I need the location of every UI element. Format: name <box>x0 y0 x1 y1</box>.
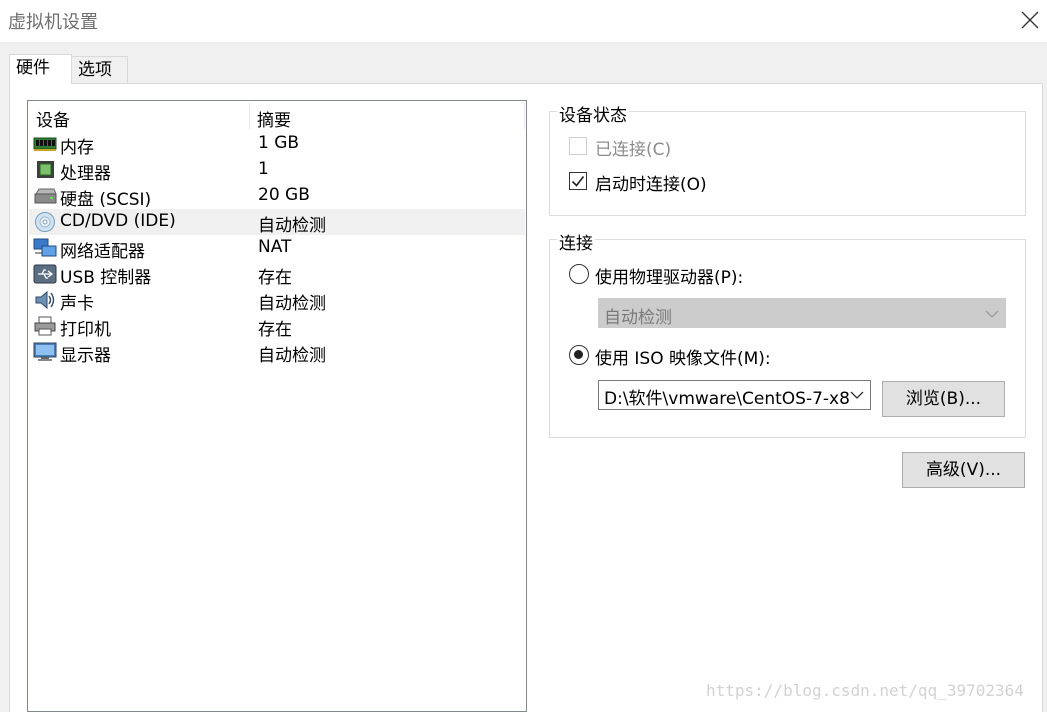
device-summary: 自动检测 <box>258 294 326 314</box>
device-name: 声卡 <box>60 294 94 314</box>
processor-icon <box>37 161 54 178</box>
watermark: https://blog.csdn.net/qq_39702364 <box>706 681 1024 700</box>
device-summary: 1 GB <box>258 133 300 153</box>
column-summary[interactable]: 摘要 <box>257 106 291 131</box>
window-title: 虚拟机设置 <box>8 12 98 33</box>
iso-path-combobox[interactable]: D:\软件\vmware\CentOS-7-x8 <box>598 380 871 410</box>
device-summary: 存在 <box>258 268 292 288</box>
tab-hardware[interactable]: 硬件 <box>9 54 72 84</box>
network-adapter-icon <box>33 238 57 257</box>
device-name: 处理器 <box>60 164 111 184</box>
tab-hardware-label: 硬件 <box>16 58 50 78</box>
iso-path-value: D:\软件\vmware\CentOS-7-x8 <box>604 389 850 409</box>
checkmark-icon <box>571 176 585 187</box>
tab-options[interactable]: 选项 <box>71 56 128 84</box>
connect-at-power-on-label: 启动时连接(O) <box>595 175 707 195</box>
display-icon <box>33 342 57 361</box>
tab-options-label: 选项 <box>78 60 112 80</box>
device-summary: 自动检测 <box>258 216 326 236</box>
chevron-down-icon <box>985 310 999 318</box>
column-device[interactable]: 设备 <box>36 106 70 131</box>
connected-checkbox[interactable] <box>569 137 587 155</box>
physical-drive-radio[interactable] <box>569 264 589 284</box>
device-name: 打印机 <box>60 320 111 340</box>
close-icon[interactable] <box>1019 9 1041 31</box>
device-row-usb[interactable]: USB 控制器 存在 <box>29 261 525 288</box>
device-summary: 自动检测 <box>258 346 326 366</box>
device-name: CD/DVD (IDE) <box>60 211 176 231</box>
printer-icon <box>34 316 56 336</box>
radio-selected-dot <box>574 350 583 359</box>
connected-label: 已连接(C) <box>595 140 672 160</box>
advanced-button-label: 高级(V)... <box>925 460 1002 480</box>
connection-label: 连接 <box>557 229 595 254</box>
device-name: 内存 <box>60 138 94 158</box>
device-summary: 20 GB <box>258 185 310 205</box>
iso-image-label: 使用 ISO 映像文件(M): <box>595 349 771 369</box>
device-status-group <box>549 111 1026 216</box>
iso-image-radio[interactable] <box>569 345 589 365</box>
title-bar: 虚拟机设置 <box>0 0 1047 42</box>
device-summary: 1 <box>258 159 269 179</box>
device-summary: 存在 <box>258 320 292 340</box>
physical-drive-select[interactable]: 自动检测 <box>598 298 1006 328</box>
hard-disk-icon <box>34 188 57 204</box>
chevron-down-icon[interactable] <box>850 390 864 400</box>
advanced-button[interactable]: 高级(V)... <box>902 452 1025 488</box>
device-name: USB 控制器 <box>60 268 152 288</box>
browse-button[interactable]: 浏览(B)... <box>882 381 1005 417</box>
device-row-processor[interactable]: 处理器 1 <box>29 157 525 184</box>
device-row-display[interactable]: 显示器 自动检测 <box>29 339 525 366</box>
memory-icon <box>33 137 57 151</box>
physical-drive-label: 使用物理驱动器(P): <box>595 268 744 288</box>
device-name: 显示器 <box>60 346 111 366</box>
device-row-sound-card[interactable]: 声卡 自动检测 <box>29 287 525 314</box>
device-row-network-adapter[interactable]: 网络适配器 NAT <box>29 235 525 262</box>
device-row-printer[interactable]: 打印机 存在 <box>29 313 525 340</box>
usb-icon <box>33 264 57 284</box>
device-status-label: 设备状态 <box>557 101 629 126</box>
device-row-hard-disk[interactable]: 硬盘 (SCSI) 20 GB <box>29 183 525 210</box>
physical-drive-value: 自动检测 <box>604 308 672 328</box>
device-summary: NAT <box>258 237 292 257</box>
cd-dvd-icon <box>35 212 55 232</box>
connect-at-power-on-checkbox[interactable] <box>569 172 587 190</box>
device-name: 硬盘 (SCSI) <box>60 190 152 210</box>
device-name: 网络适配器 <box>60 242 145 262</box>
browse-button-label: 浏览(B)... <box>905 389 982 409</box>
device-row-memory[interactable]: 内存 1 GB <box>29 131 525 158</box>
device-row-cd-dvd[interactable]: CD/DVD (IDE) 自动检测 <box>29 209 525 236</box>
sound-card-icon <box>35 290 55 310</box>
device-list[interactable]: 设备 摘要 内存 1 GB 处理器 1 硬盘 (SCSI) 20 GB CD/D… <box>27 100 527 712</box>
device-list-header: 设备 摘要 <box>28 101 526 131</box>
